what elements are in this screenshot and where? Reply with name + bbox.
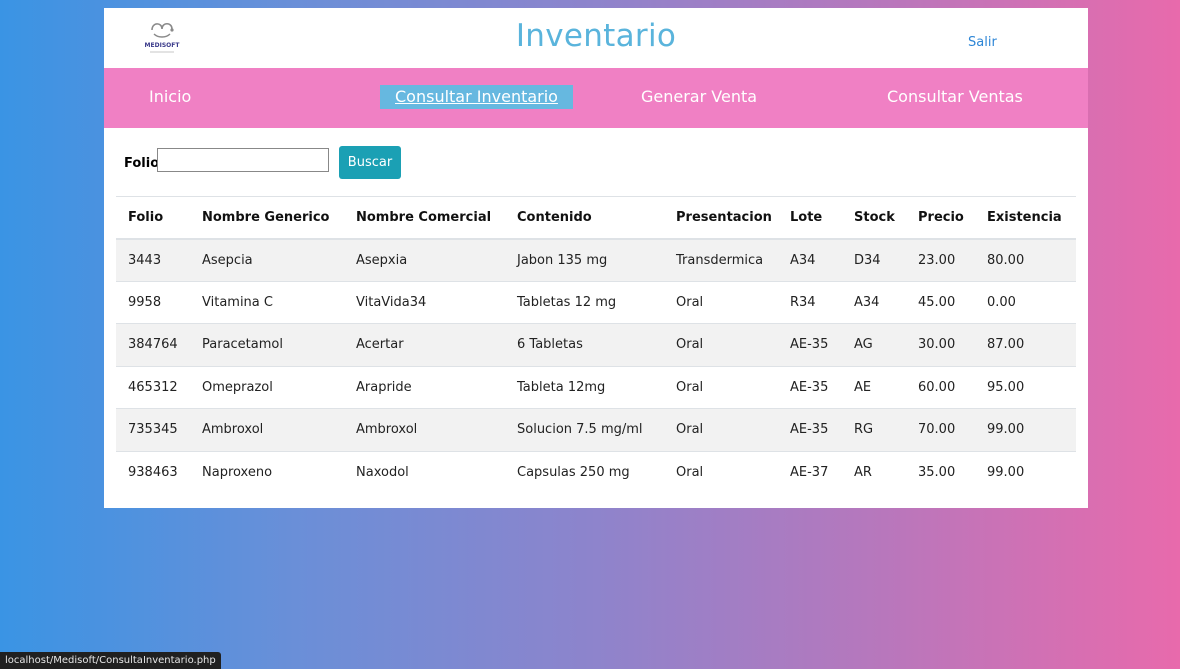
cell-folio: 465312 (128, 379, 178, 395)
column-header-presentacion: Presentacion (676, 209, 772, 225)
cell-precio: 60.00 (918, 379, 956, 395)
table-row: 9958 Vitamina C VitaVida34 Tabletas 12 mg Or… (116, 281, 1076, 324)
cell-nombre-comercial: Acertar (356, 337, 404, 353)
cell-contenido: Solucion 7.5 mg/ml (517, 422, 643, 438)
cell-precio: 23.00 (918, 252, 956, 268)
nav-item-inicio[interactable]: Inicio (149, 87, 191, 106)
cell-contenido: Tableta 12mg (517, 379, 606, 395)
cell-stock: A34 (854, 294, 880, 310)
cell-stock: AE (854, 379, 872, 395)
cell-precio: 30.00 (918, 337, 956, 353)
main-panel: MEDISOFT Inventario Salir Inicio Consult… (104, 8, 1088, 508)
column-header-nombre-comercial: Nombre Comercial (356, 209, 492, 225)
cell-nombre-generico: Asepcia (202, 252, 253, 268)
column-header-nombre-generico: Nombre Generico (202, 209, 330, 225)
cell-presentacion: Oral (676, 465, 704, 480)
cell-nombre-generico: Vitamina C (202, 294, 273, 310)
cell-lote: A34 (790, 252, 816, 268)
cell-nombre-comercial: Asepxia (356, 252, 408, 268)
cell-stock: RG (854, 422, 874, 438)
cell-folio: 3443 (128, 252, 162, 268)
cell-contenido: Jabon 135 mg (517, 252, 608, 268)
table-header-row: Folio Nombre Generico Nombre Comercial C… (116, 196, 1076, 239)
table-row: 3443 Asepcia Asepxia Jabon 135 mg Transdermi… (116, 238, 1076, 281)
table-body: 3443 Asepcia Asepxia Jabon 135 mg Transdermi… (116, 238, 1076, 494)
table-row: 938463 Naproxeno Naxodol Capsulas 250 mg Ora… (116, 451, 1076, 494)
cell-lote: AE-37 (790, 465, 829, 480)
cell-existencia: 80.00 (987, 252, 1025, 268)
cell-existencia: 87.00 (987, 337, 1025, 353)
cell-nombre-comercial: VitaVida34 (356, 294, 427, 310)
cell-existencia: 95.00 (987, 379, 1025, 395)
cell-nombre-generico: Ambroxol (202, 422, 264, 438)
folio-input[interactable] (157, 148, 329, 172)
cell-lote: AE-35 (790, 379, 829, 395)
cell-lote: AE-35 (790, 337, 829, 353)
cell-presentacion: Oral (676, 422, 704, 438)
cell-presentacion: Oral (676, 337, 704, 353)
cell-nombre-comercial: Arapride (356, 379, 412, 395)
cell-stock: AG (854, 337, 873, 353)
cell-nombre-generico: Omeprazol (202, 379, 273, 395)
cell-contenido: Tabletas 12 mg (517, 294, 617, 310)
table-row: 735345 Ambroxol Ambroxol Solucion 7.5 mg/ml… (116, 408, 1076, 451)
nav-item-consultar-inventario[interactable]: Consultar Inventario (380, 85, 573, 109)
cell-folio: 9958 (128, 294, 162, 310)
browser-status-url: localhost/Medisoft/ConsultaInventario.ph… (0, 652, 221, 669)
cell-presentacion: Oral (676, 379, 704, 395)
cell-existencia: 0.00 (987, 294, 1016, 310)
nav-item-consultar-ventas[interactable]: Consultar Ventas (887, 87, 1023, 106)
cell-presentacion: Transdermica (676, 252, 764, 268)
header: MEDISOFT Inventario Salir (104, 8, 1088, 68)
table-row: 465312 Omeprazol Arapride Tableta 12mg Oral A… (116, 366, 1076, 409)
cell-stock: AR (854, 465, 872, 480)
column-header-folio: Folio (128, 209, 164, 225)
logout-link[interactable]: Salir (968, 35, 997, 50)
nav-bar: Inicio Consultar Inventario Generar Vent… (104, 68, 1088, 128)
cell-nombre-generico: Naproxeno (202, 465, 273, 480)
cell-lote: AE-35 (790, 422, 829, 438)
cell-precio: 45.00 (918, 294, 956, 310)
column-header-contenido: Contenido (517, 209, 592, 225)
inventory-table-container: Folio Nombre Generico Nombre Comercial C… (116, 196, 1076, 494)
nav-item-generar-venta[interactable]: Generar Venta (641, 87, 757, 106)
cell-existencia: 99.00 (987, 422, 1025, 438)
cell-contenido: 6 Tabletas (517, 337, 583, 353)
table-row: 384764 Paracetamol Acertar 6 Tabletas Oral AE… (116, 323, 1076, 366)
column-header-existencia: Existencia (987, 209, 1062, 225)
cell-precio: 35.00 (918, 465, 956, 480)
cell-nombre-comercial: Ambroxol (356, 422, 418, 438)
cell-lote: R34 (790, 294, 816, 310)
cell-contenido: Capsulas 250 mg (517, 465, 630, 480)
cell-folio: 938463 (128, 465, 178, 480)
cell-folio: 735345 (128, 422, 178, 438)
column-header-precio: Precio (918, 209, 964, 225)
cell-nombre-comercial: Naxodol (356, 465, 409, 480)
cell-precio: 70.00 (918, 422, 956, 438)
inventory-table: Folio Nombre Generico Nombre Comercial C… (116, 196, 1076, 494)
page-title: Inventario (515, 18, 677, 54)
cell-existencia: 99.00 (987, 465, 1025, 480)
cell-nombre-generico: Paracetamol (202, 337, 283, 353)
search-button[interactable]: Buscar (339, 146, 401, 179)
column-header-stock: Stock (854, 209, 895, 225)
column-header-lote: Lote (790, 209, 823, 225)
cell-folio: 384764 (128, 337, 178, 353)
cell-stock: D34 (854, 252, 881, 268)
cell-presentacion: Oral (676, 294, 704, 310)
